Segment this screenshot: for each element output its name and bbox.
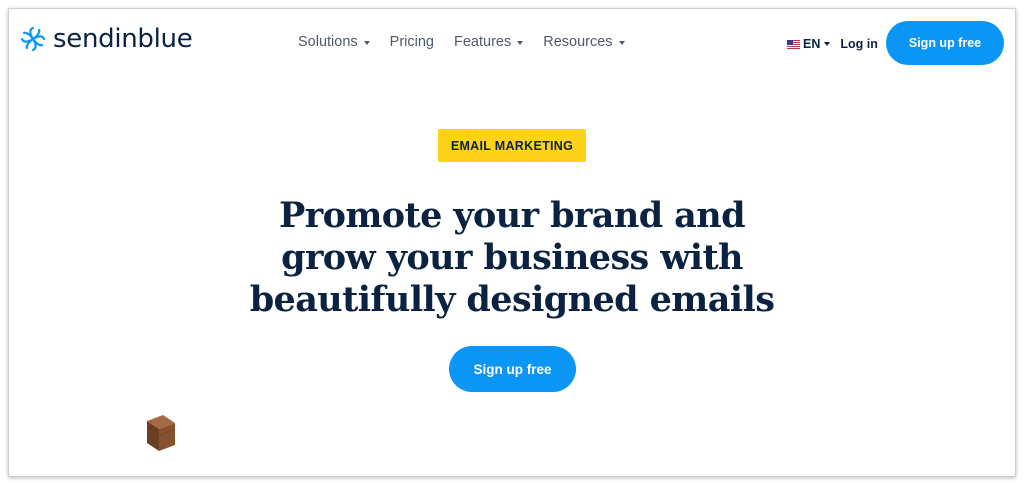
login-link[interactable]: Log in <box>840 37 878 51</box>
chevron-down-icon <box>363 40 370 45</box>
nav-item-label: Solutions <box>298 34 358 50</box>
headline-line: Promote your brand and <box>279 195 746 236</box>
headline-line: grow your business with <box>281 237 743 278</box>
nav-item-label: Resources <box>543 34 613 50</box>
logo-text: sendinblue <box>53 24 193 54</box>
category-badge: EMAIL MARKETING <box>438 129 586 162</box>
language-label: EN <box>803 37 821 51</box>
hero-headline: Promote your brand and grow your busines… <box>169 195 855 321</box>
nav-item-label: Pricing <box>389 34 434 50</box>
browser-viewport: sendinblue Solutions Pricing Features Re… <box>8 8 1016 477</box>
nav-item-pricing[interactable]: Pricing <box>390 34 434 50</box>
main-nav: Solutions Pricing Features Resources <box>298 34 645 50</box>
nav-item-resources[interactable]: Resources <box>543 34 625 50</box>
hero-signup-button[interactable]: Sign up free <box>449 346 576 392</box>
sendinblue-logo-icon <box>20 26 46 52</box>
headline-line: beautifully designed emails <box>249 279 775 320</box>
chevron-down-icon <box>824 42 831 46</box>
wooden-cube-illustration <box>147 415 175 451</box>
nav-item-features[interactable]: Features <box>453 34 524 50</box>
nav-item-label: Features <box>453 34 512 50</box>
us-flag-icon <box>787 39 800 49</box>
header-signup-button[interactable]: Sign up free <box>886 21 1004 65</box>
chevron-down-icon <box>517 40 524 45</box>
nav-item-solutions[interactable]: Solutions <box>298 34 370 50</box>
language-selector[interactable]: EN <box>787 37 840 51</box>
header-actions: EN Log in <box>787 37 878 51</box>
logo[interactable]: sendinblue <box>19 24 193 54</box>
chevron-down-icon <box>618 40 625 45</box>
